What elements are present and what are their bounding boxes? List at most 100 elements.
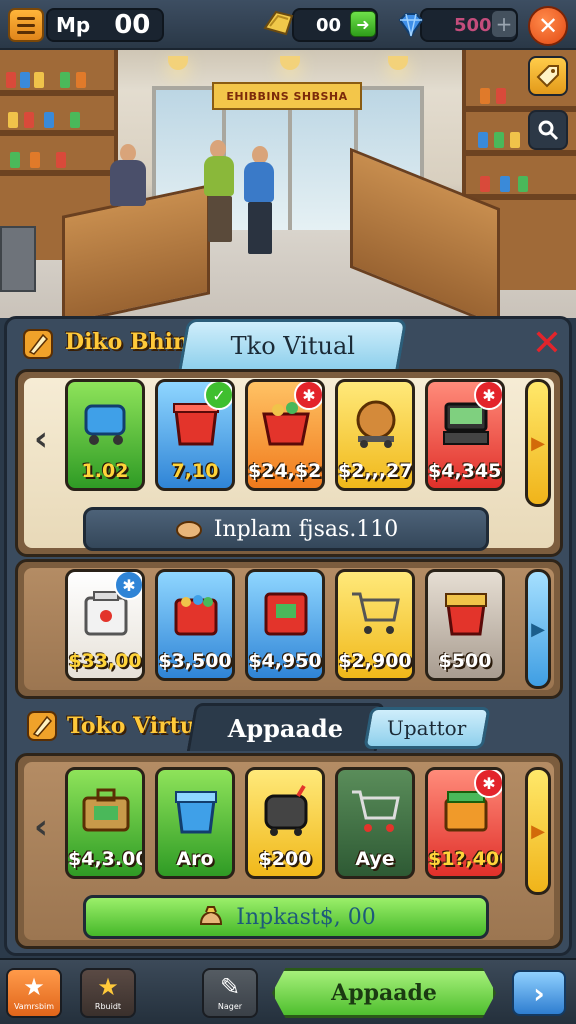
info-text: Inplam fjsas.110 xyxy=(213,516,399,542)
row1-next-arrow-icon[interactable]: ▶ xyxy=(525,379,551,507)
nav-button-2[interactable]: ★ Rbuidt xyxy=(80,968,136,1018)
top-bar: Mp 00 00 ➜ 500 + ✕ xyxy=(0,0,576,50)
blue-bin-icon xyxy=(175,791,217,834)
star-icon: ★ xyxy=(23,973,45,1001)
nav-label: Nager xyxy=(217,1002,243,1011)
store-sign: EHIBBINS SHBSHA xyxy=(212,82,362,110)
row3-next-arrow-icon[interactable]: ▶ xyxy=(525,767,551,895)
close-button[interactable]: ✕ xyxy=(528,6,568,46)
store-scene: EHIBBINS SHBSHA xyxy=(0,50,576,318)
menu-button[interactable] xyxy=(8,8,44,42)
star-badge-icon: ✱ xyxy=(474,382,502,410)
item-price: Aro xyxy=(176,848,214,870)
level-value: 00 xyxy=(114,10,151,40)
item-price: $4,3450 xyxy=(428,460,502,482)
item-card[interactable]: ✱ $33,00 xyxy=(65,569,145,681)
item-card[interactable]: $4,3.00 xyxy=(65,767,145,879)
nav-label: Rbuidt xyxy=(94,1002,122,1011)
item-card[interactable]: ✓ 7,10 xyxy=(155,379,235,491)
item-price: 1.02 xyxy=(81,460,129,482)
star-badge-icon: ✱ xyxy=(474,770,502,798)
item-card[interactable]: ✱ $24,$20 xyxy=(245,379,325,491)
tab-label: Appaade xyxy=(228,714,344,743)
nav-label: Vamrsbim xyxy=(13,1002,55,1011)
gem-add-button[interactable]: + xyxy=(492,11,516,37)
tab-upgrade[interactable]: Appaade xyxy=(186,703,386,751)
row3-prev-arrow-icon[interactable]: ‹ xyxy=(29,807,53,847)
item-price: $200 xyxy=(258,848,312,870)
tag-icon xyxy=(536,65,559,88)
shop-logo-icon xyxy=(23,329,53,359)
item-card[interactable]: ✱ $1?,400 xyxy=(425,767,505,879)
item-price: $2,900 xyxy=(338,650,412,672)
item-price: $3,500 xyxy=(158,650,232,672)
side-search-button[interactable] xyxy=(528,110,568,150)
sack-cart-icon xyxy=(356,400,396,448)
tab-virtual-store[interactable]: Tko Vitual xyxy=(178,319,408,369)
search-icon xyxy=(538,120,559,141)
coin-stack-icon xyxy=(263,10,294,36)
tab-update[interactable]: Upattor xyxy=(363,707,491,749)
item-price: $2,,,27 xyxy=(338,460,413,482)
yellow-bin-icon xyxy=(445,593,487,636)
item-card[interactable]: $2,900 xyxy=(335,569,415,681)
nav-button-1[interactable]: ★ Vamrsbim xyxy=(6,968,62,1018)
toy-box-icon xyxy=(174,595,218,636)
check-badge-icon: ✓ xyxy=(204,382,232,410)
level-label: Mp xyxy=(56,13,91,37)
info-text: Inpkast$, 00 xyxy=(236,904,376,930)
item-price: $1?,400 xyxy=(428,848,505,870)
briefcase-icon xyxy=(82,788,130,832)
shop-panel: Diko Bhins Tko Vitual ✕ ‹ 1.02 ✓ 7,10 ✱ … xyxy=(4,316,572,956)
bread-icon xyxy=(175,521,202,539)
star-icon: ★ xyxy=(97,973,119,1001)
item-price: $500 xyxy=(438,650,492,672)
panel-close-icon[interactable]: ✕ xyxy=(531,326,563,362)
upgrade-button[interactable]: Appaade xyxy=(272,968,496,1018)
star-badge-icon: ✱ xyxy=(114,572,142,600)
coin-bag-icon xyxy=(200,906,223,925)
cart-icon xyxy=(352,790,400,832)
coin-add-button[interactable]: ➜ xyxy=(350,11,376,37)
tab-label: Upattor xyxy=(387,716,467,740)
info-bar-bottom: Inpkast$, 00 xyxy=(83,895,489,939)
item-price: $4,950 xyxy=(248,650,322,672)
item-price: 7,10 xyxy=(171,460,219,482)
item-card[interactable]: Aye xyxy=(335,767,415,879)
gem-icon xyxy=(398,13,424,38)
level-display: Mp 00 xyxy=(46,8,164,42)
row2-next-arrow-icon[interactable]: ▶ xyxy=(525,569,551,689)
info-bar-top: Inplam fjsas.110 xyxy=(83,507,489,551)
section-tabs: Toko Virtual Appaade Upattor xyxy=(7,701,569,753)
item-card[interactable]: $4,950 xyxy=(245,569,325,681)
item-card[interactable]: $2,,,27 xyxy=(335,379,415,491)
item-price: $24,$20 xyxy=(248,460,322,482)
game-screen: Mp 00 00 ➜ 500 + ✕ EHIBBINS SHBSHA Diko … xyxy=(0,0,576,1024)
item-card[interactable]: 1.02 xyxy=(65,379,145,491)
item-card[interactable]: $200 xyxy=(245,767,325,879)
next-button[interactable]: › xyxy=(512,970,566,1016)
red-crate-icon xyxy=(264,592,308,636)
tab-label: Tko Vitual xyxy=(230,331,355,360)
coin-value: 00 xyxy=(316,14,342,36)
item-card[interactable]: ✱ $4,3450 xyxy=(425,379,505,491)
star-badge-icon: ✱ xyxy=(294,382,322,410)
panel-header: Diko Bhins Tko Vitual ✕ xyxy=(7,319,569,371)
gem-value: 500 xyxy=(454,14,492,36)
blue-cart-icon xyxy=(84,404,126,445)
nav-button-3[interactable]: ✎ Nager xyxy=(202,968,258,1018)
row1-prev-arrow-icon[interactable]: ‹ xyxy=(29,419,53,459)
suitcase-icon xyxy=(264,784,308,836)
trash-bin xyxy=(0,226,36,292)
item-card[interactable]: $500 xyxy=(425,569,505,681)
side-tag-button[interactable] xyxy=(528,56,568,96)
shop-logo-icon xyxy=(27,711,57,741)
tag-icon: ✎ xyxy=(219,973,241,1001)
shopping-cart-icon xyxy=(352,592,400,634)
item-price: $4,3.00 xyxy=(68,848,145,870)
item-price: $33,00 xyxy=(68,650,142,672)
item-card[interactable]: $3,500 xyxy=(155,569,235,681)
item-card[interactable]: Aro xyxy=(155,767,235,879)
item-price: Aye xyxy=(355,848,395,870)
bottom-nav: ★ Vamrsbim ★ Rbuidt ✎ Nager Appaade › xyxy=(0,958,576,1024)
